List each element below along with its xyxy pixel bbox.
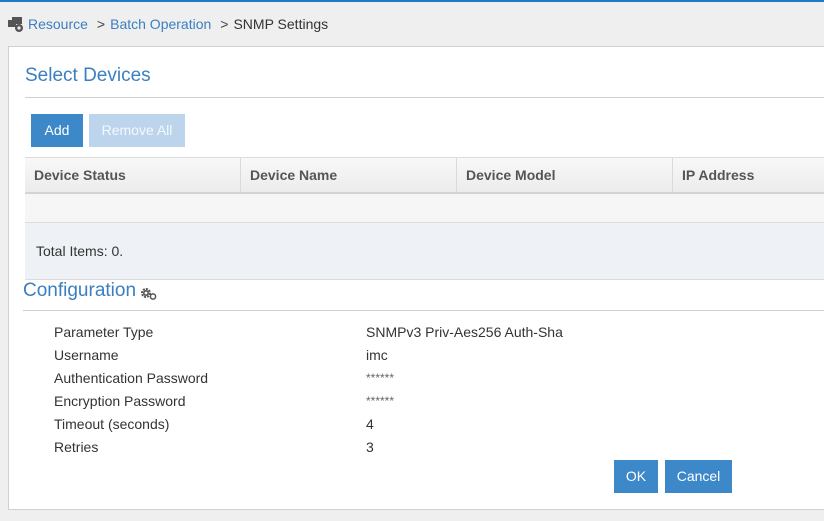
divider — [23, 310, 824, 311]
column-header-ip-address[interactable]: IP Address — [673, 158, 824, 192]
column-header-device-status[interactable]: Device Status — [25, 158, 241, 192]
config-value: SNMPv3 Priv-Aes256 Auth-Sha — [366, 323, 563, 340]
config-value: ****** — [366, 393, 395, 408]
config-value: imc — [366, 346, 388, 363]
main-panel: Select Devices Add Remove All Device Sta… — [8, 46, 824, 510]
devices-table: Device Status Device Name Device Model I… — [25, 157, 824, 280]
config-label: Timeout (seconds) — [54, 415, 170, 432]
config-row-timeout: Timeout (seconds) 4 — [54, 412, 654, 435]
cancel-button[interactable]: Cancel — [665, 460, 732, 493]
configuration-list: Parameter Type SNMPv3 Priv-Aes256 Auth-S… — [54, 320, 654, 458]
configuration-header: Configuration — [23, 280, 158, 302]
config-row-encryption-password: Encryption Password ****** — [54, 389, 654, 412]
divider — [25, 97, 824, 98]
breadcrumb-separator: > — [220, 16, 229, 32]
config-value: 3 — [366, 438, 374, 455]
breadcrumb: Resource > Batch Operation > SNMP Settin… — [7, 14, 328, 34]
config-row-retries: Retries 3 — [54, 435, 654, 458]
config-row-auth-password: Authentication Password ****** — [54, 366, 654, 389]
add-button[interactable]: Add — [31, 114, 83, 147]
table-footer: Total Items: 0. — [25, 223, 824, 280]
config-label: Retries — [54, 438, 99, 455]
breadcrumb-separator: > — [96, 16, 106, 32]
config-row-username: Username imc — [54, 343, 654, 366]
resource-gear-icon — [8, 17, 23, 32]
table-header: Device Status Device Name Device Model I… — [25, 157, 824, 194]
gears-icon[interactable] — [140, 287, 158, 301]
configuration-title: Configuration — [23, 280, 137, 301]
config-label: Parameter Type — [54, 323, 154, 340]
column-header-device-name[interactable]: Device Name — [241, 158, 457, 192]
config-value: ****** — [366, 370, 395, 385]
ok-button[interactable]: OK — [614, 460, 658, 493]
config-row-parameter-type: Parameter Type SNMPv3 Priv-Aes256 Auth-S… — [54, 320, 654, 343]
config-label: Authentication Password — [54, 369, 209, 386]
breadcrumb-batch-operation[interactable]: Batch Operation — [110, 16, 211, 32]
column-header-device-model[interactable]: Device Model — [457, 158, 673, 192]
top-accent-bar — [0, 0, 824, 2]
select-devices-title: Select Devices — [25, 65, 151, 86]
config-label: Username — [54, 346, 119, 363]
breadcrumb-current: SNMP Settings — [233, 16, 329, 32]
config-label: Encryption Password — [54, 392, 186, 409]
config-value: 4 — [366, 415, 374, 432]
total-items-text: Total Items: 0. — [36, 243, 124, 259]
breadcrumb-resource[interactable]: Resource — [28, 16, 88, 32]
table-empty-row — [25, 194, 824, 223]
remove-all-button[interactable]: Remove All — [89, 114, 185, 147]
